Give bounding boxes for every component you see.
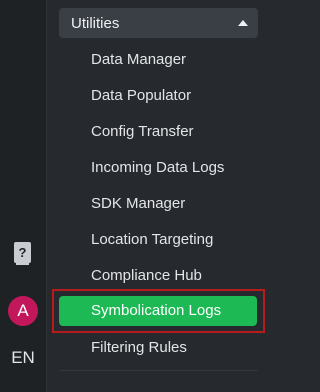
avatar[interactable]: A (8, 296, 38, 326)
menu-item-sdk-manager[interactable]: SDK Manager (59, 189, 257, 219)
chevron-up-icon (238, 20, 248, 26)
divider (59, 370, 258, 371)
left-rail: ? A EN (0, 0, 47, 392)
menu-item-data-populator[interactable]: Data Populator (59, 81, 257, 111)
menu-item-filtering-rules[interactable]: Filtering Rules (59, 333, 257, 363)
section-title: Utilities (71, 15, 120, 32)
utilities-section-header[interactable]: Utilities (59, 8, 258, 38)
menu-item-config-transfer[interactable]: Config Transfer (59, 117, 257, 147)
menu-item-compliance-hub[interactable]: Compliance Hub (59, 261, 257, 291)
svg-text:?: ? (19, 245, 27, 260)
menu-item-data-manager[interactable]: Data Manager (59, 45, 257, 75)
menu-item-incoming-data-logs[interactable]: Incoming Data Logs (59, 153, 257, 183)
menu-item-location-targeting[interactable]: Location Targeting (59, 225, 257, 255)
navigation-panel: Utilities Data Manager Data Populator Co… (46, 0, 270, 392)
language-selector[interactable]: EN (0, 348, 46, 368)
menu-item-symbolication-logs[interactable]: Symbolication Logs (59, 296, 257, 326)
help-question-icon[interactable]: ? (13, 241, 32, 266)
